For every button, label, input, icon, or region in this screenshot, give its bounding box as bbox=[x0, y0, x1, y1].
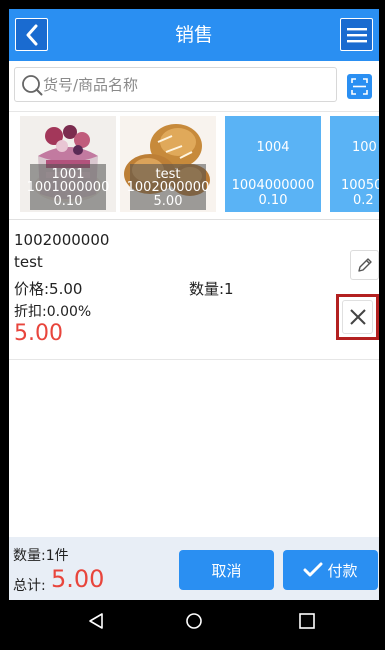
product-price: 0.10 bbox=[53, 194, 83, 209]
item-quantity: 数量:1 bbox=[189, 280, 234, 298]
nav-recents-icon bbox=[299, 613, 315, 629]
product-tile[interactable]: test 1002000000 5.00 bbox=[120, 116, 216, 212]
cancel-button[interactable]: 取消 bbox=[179, 550, 274, 590]
item-barcode: 1002000000 bbox=[14, 231, 110, 249]
product-code: 1004 bbox=[256, 140, 290, 155]
product-price: 0.2 bbox=[353, 193, 374, 208]
product-tile[interactable]: 100 100500 0.2 bbox=[330, 116, 379, 212]
page-title: 销售 bbox=[174, 24, 213, 46]
pay-button[interactable]: 付款 bbox=[283, 550, 378, 590]
nav-recents-button[interactable] bbox=[292, 606, 322, 636]
back-button[interactable] bbox=[15, 18, 48, 51]
nav-back-button[interactable] bbox=[81, 606, 111, 636]
back-arrow-icon bbox=[26, 24, 37, 45]
app-screen: 销售 货号/商品名称 1001 1001000000 0.10 test 100… bbox=[9, 9, 379, 641]
delete-highlight bbox=[336, 294, 379, 340]
product-price: 5.00 bbox=[153, 194, 183, 209]
product-strip: 1001 1001000000 0.10 test 1002000000 5.0… bbox=[9, 112, 379, 220]
product-tile[interactable]: 1001 1001000000 0.10 bbox=[20, 116, 116, 212]
cancel-label: 取消 bbox=[211, 562, 242, 580]
product-price: 0.10 bbox=[258, 193, 288, 208]
top-bar: 销售 bbox=[9, 9, 379, 61]
item-discount: 折扣:0.00% bbox=[14, 304, 92, 320]
nav-home-button[interactable] bbox=[179, 606, 209, 636]
pay-label: 付款 bbox=[327, 562, 358, 580]
cart-item[interactable]: 1002000000 test 价格:5.00 数量:1 折扣:0.00% 5.… bbox=[9, 220, 379, 360]
product-tile[interactable]: 1004 1004000000 0.10 bbox=[225, 116, 321, 212]
scan-button[interactable] bbox=[347, 74, 372, 99]
search-input[interactable] bbox=[43, 72, 323, 98]
total-quantity: 数量:1件 bbox=[13, 548, 69, 564]
item-price: 价格:5.00 bbox=[14, 280, 83, 298]
delete-item-button[interactable] bbox=[342, 300, 373, 334]
close-icon bbox=[349, 309, 366, 325]
scan-icon bbox=[351, 78, 368, 95]
product-barcode: 100500 bbox=[341, 178, 379, 193]
edit-item-button[interactable] bbox=[350, 250, 379, 280]
menu-icon bbox=[346, 27, 367, 42]
product-barcode: 1004000000 bbox=[231, 178, 315, 193]
search-box bbox=[14, 67, 337, 102]
checkout-bar: 数量:1件 总计: 5.00 取消 付款 bbox=[9, 537, 379, 600]
product-barcode: 1002000000 bbox=[126, 180, 210, 195]
check-icon bbox=[303, 562, 323, 577]
system-nav-bar bbox=[9, 600, 379, 641]
product-barcode: 1001000000 bbox=[26, 180, 110, 195]
search-icon bbox=[22, 75, 43, 96]
nav-home-icon bbox=[186, 613, 202, 629]
item-name: test bbox=[14, 253, 43, 271]
nav-back-icon bbox=[89, 613, 103, 629]
search-bar bbox=[9, 61, 379, 112]
pencil-icon bbox=[357, 258, 372, 272]
total-value: 5.00 bbox=[51, 565, 105, 593]
total-label: 总计: bbox=[13, 578, 46, 594]
product-code: 100 bbox=[352, 140, 377, 155]
item-total: 5.00 bbox=[14, 321, 63, 346]
menu-button[interactable] bbox=[340, 18, 373, 51]
